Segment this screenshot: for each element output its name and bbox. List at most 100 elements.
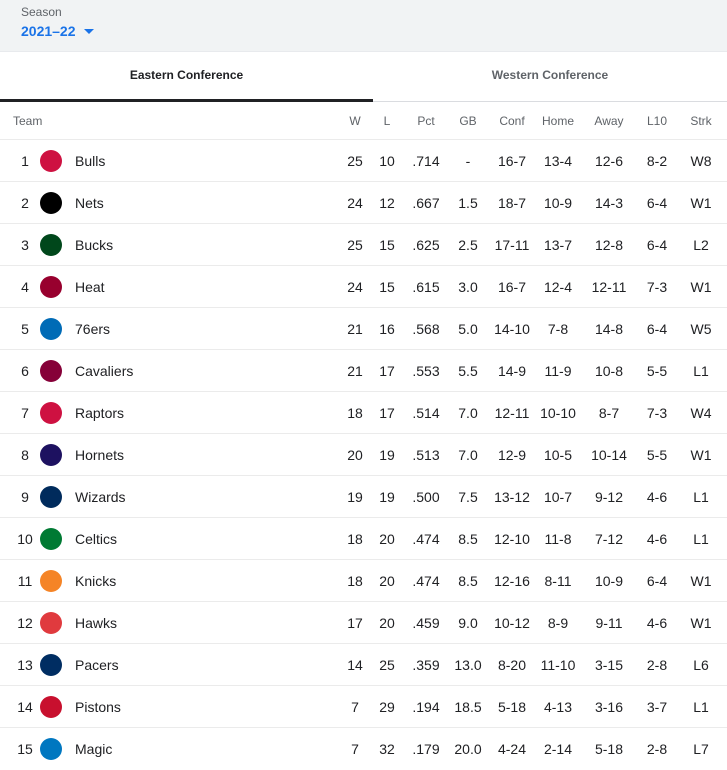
games-behind: - — [465, 152, 471, 169]
bucks-logo-icon — [40, 233, 62, 256]
last-ten: 6-4 — [646, 194, 668, 211]
last-ten: 5-5 — [646, 362, 668, 379]
conference-record: 12-16 — [494, 572, 530, 589]
tab-western-conference[interactable]: Western Conference — [373, 52, 727, 101]
win-pct: .500 — [412, 488, 440, 505]
heat-logo-icon — [40, 275, 62, 298]
home-record: 4-13 — [543, 698, 573, 715]
table-row[interactable]: 3 Bucks 25 15 .625 2.5 17-11 13-7 12-8 6-4 L2 — [0, 224, 727, 266]
team-name[interactable]: Bulls — [75, 140, 105, 181]
season-value: 2021–22 — [21, 23, 76, 39]
team-logo-cell — [39, 350, 63, 391]
table-row[interactable]: 15 Magic 7 32 .179 20.0 4-24 2-14 5-18 2-8 L7 — [0, 728, 727, 769]
wins: 7 — [351, 698, 359, 715]
tab-eastern-conference[interactable]: Eastern Conference — [0, 52, 373, 101]
team-logo-cell — [39, 728, 63, 769]
wins: 25 — [347, 236, 363, 253]
conference-record: 12-10 — [494, 530, 530, 547]
table-row[interactable]: 12 Hawks 17 20 .459 9.0 10-12 8-9 9-11 4-6 W1 — [0, 602, 727, 644]
team-logo-cell — [39, 224, 63, 265]
team-name[interactable]: Magic — [75, 728, 112, 769]
team-name[interactable]: Raptors — [75, 392, 124, 433]
team-logo-cell — [39, 686, 63, 727]
table-row[interactable]: 5 76ers 21 16 .568 5.0 14-10 7-8 14-8 6-4 W5 — [0, 308, 727, 350]
team-rank: 15 — [17, 740, 33, 757]
table-row[interactable]: 1 Bulls 25 10 .714 - 16-7 13-4 12-6 8-2 W8 — [0, 140, 727, 182]
conference-record: 4-24 — [497, 740, 527, 757]
table-row[interactable]: 7 Raptors 18 17 .514 7.0 12-11 10-10 8-7 7-3 W4 — [0, 392, 727, 434]
home-record: 11-9 — [544, 362, 572, 379]
team-name[interactable]: Pistons — [75, 686, 121, 727]
wins: 24 — [347, 194, 363, 211]
team-name[interactable]: Knicks — [75, 560, 116, 601]
team-logo-cell — [39, 434, 63, 475]
team-name[interactable]: 76ers — [75, 308, 110, 349]
losses: 20 — [379, 614, 395, 631]
wins: 14 — [347, 656, 363, 673]
wins: 21 — [347, 362, 363, 379]
caret-down-icon — [83, 29, 94, 34]
games-behind: 5.5 — [458, 362, 478, 379]
home-record: 8-11 — [544, 572, 572, 589]
team-logo-cell — [39, 560, 63, 601]
team-name[interactable]: Cavaliers — [75, 350, 133, 391]
team-name[interactable]: Celtics — [75, 518, 117, 559]
team-rank: 3 — [21, 236, 29, 253]
season-label: Season — [21, 5, 62, 19]
team-name[interactable]: Hawks — [75, 602, 117, 643]
conference-record: 14-9 — [497, 362, 527, 379]
table-row[interactable]: 2 Nets 24 12 .667 1.5 18-7 10-9 14-3 6-4 W1 — [0, 182, 727, 224]
home-record: 2-14 — [543, 740, 573, 757]
losses: 32 — [379, 740, 395, 757]
games-behind: 7.0 — [458, 404, 478, 421]
win-pct: .474 — [412, 572, 440, 589]
last-ten: 7-3 — [646, 278, 668, 295]
raptors-logo-icon — [40, 401, 62, 424]
losses: 25 — [379, 656, 395, 673]
games-behind: 3.0 — [458, 278, 478, 295]
streak: L1 — [693, 488, 709, 505]
table-row[interactable]: 11 Knicks 18 20 .474 8.5 12-16 8-11 10-9 6-4 W1 — [0, 560, 727, 602]
table-row[interactable]: 8 Hornets 20 19 .513 7.0 12-9 10-5 10-14 5-5 W1 — [0, 434, 727, 476]
win-pct: .459 — [412, 614, 440, 631]
home-record: 13-4 — [543, 152, 573, 169]
home-record: 8-9 — [547, 614, 569, 631]
home-record: 10-10 — [540, 404, 576, 421]
hawks-logo-icon — [40, 611, 62, 634]
table-row[interactable]: 10 Celtics 18 20 .474 8.5 12-10 11-8 7-12 4-6 L1 — [0, 518, 727, 560]
wins: 7 — [351, 740, 359, 757]
team-name[interactable]: Nets — [75, 182, 104, 223]
home-record: 10-7 — [543, 488, 573, 505]
home-record: 13-7 — [543, 236, 573, 253]
away-record: 7-12 — [594, 530, 624, 547]
away-record: 3-16 — [594, 698, 624, 715]
home-record: 10-5 — [543, 446, 573, 463]
team-name[interactable]: Hornets — [75, 434, 124, 475]
team-name[interactable]: Heat — [75, 266, 105, 307]
season-dropdown[interactable]: 2021–22 — [21, 23, 94, 39]
header-w: W — [349, 113, 361, 128]
team-logo-cell — [39, 476, 63, 517]
conference-tabs: Eastern Conference Western Conference — [0, 52, 727, 102]
table-row[interactable]: 14 Pistons 7 29 .194 18.5 5-18 4-13 3-16 3-7 L1 — [0, 686, 727, 728]
losses: 15 — [379, 278, 395, 295]
home-record: 11-8 — [544, 530, 572, 547]
home-record: 10-9 — [543, 194, 573, 211]
table-row[interactable]: 13 Pacers 14 25 .359 13.0 8-20 11-10 3-15 2-8 L6 — [0, 644, 727, 686]
games-behind: 9.0 — [458, 614, 478, 631]
table-row[interactable]: 6 Cavaliers 21 17 .553 5.5 14-9 11-9 10-8 5-5 L1 — [0, 350, 727, 392]
games-behind: 8.5 — [458, 572, 478, 589]
team-name[interactable]: Pacers — [75, 644, 119, 685]
table-row[interactable]: 4 Heat 24 15 .615 3.0 16-7 12-4 12-11 7-3 W1 — [0, 266, 727, 308]
team-name[interactable]: Wizards — [75, 476, 126, 517]
streak: W8 — [690, 152, 712, 169]
streak: W4 — [690, 404, 712, 421]
header-home: Home — [541, 113, 574, 128]
table-row[interactable]: 9 Wizards 19 19 .500 7.5 13-12 10-7 9-12 4-6 L1 — [0, 476, 727, 518]
team-name[interactable]: Bucks — [75, 224, 113, 265]
header-team: Team — [13, 113, 43, 128]
wins: 24 — [347, 278, 363, 295]
away-record: 8-7 — [598, 404, 620, 421]
header-pct: Pct — [417, 113, 435, 128]
losses: 20 — [379, 572, 395, 589]
